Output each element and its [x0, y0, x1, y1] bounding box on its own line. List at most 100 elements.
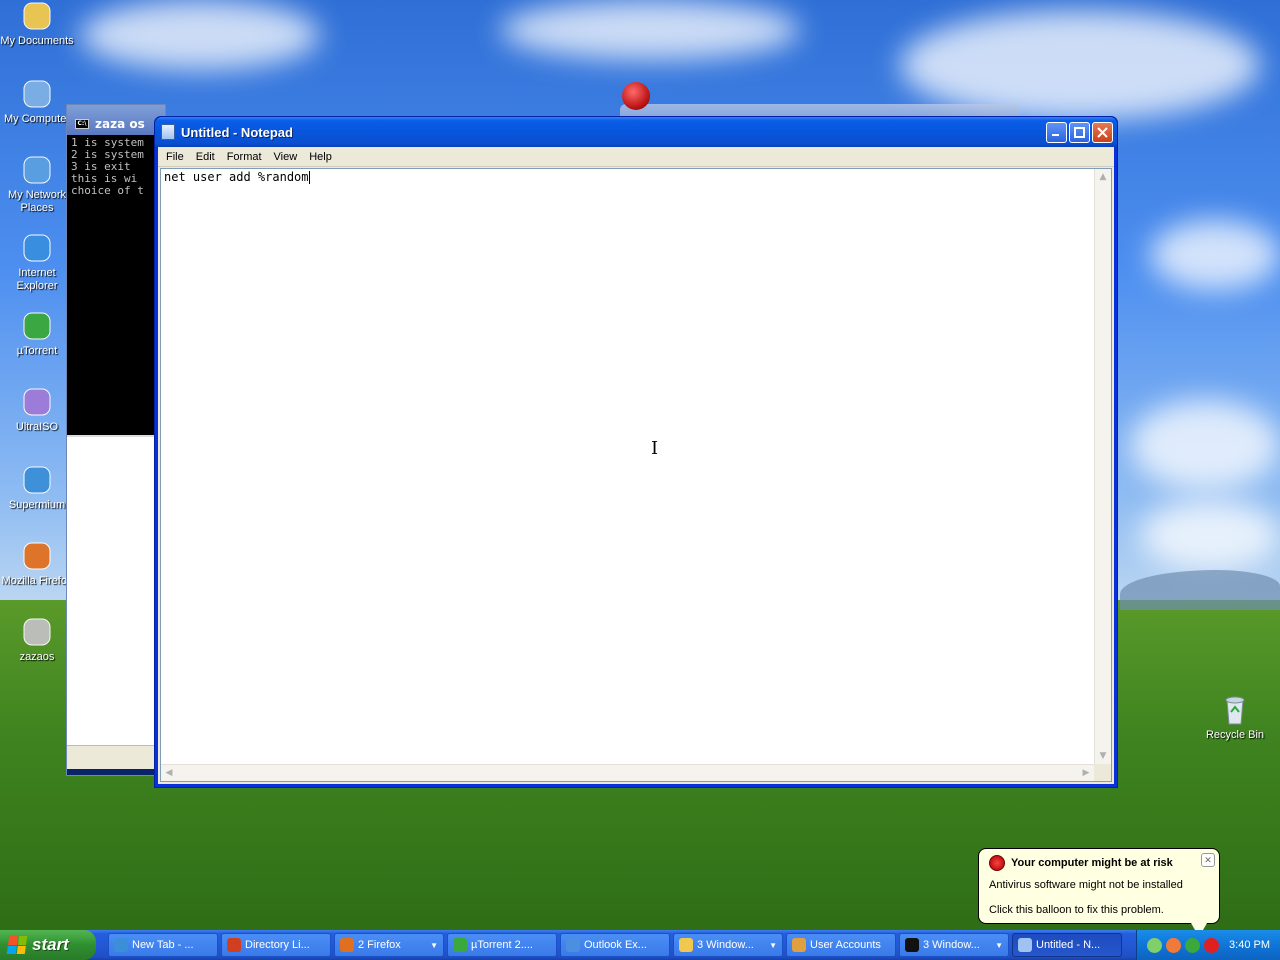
security-shield-icon: [989, 855, 1005, 871]
text-caret: [308, 171, 310, 184]
start-button[interactable]: start: [0, 930, 96, 960]
taskbar-button[interactable]: Directory Li...: [221, 933, 331, 957]
resize-grip[interactable]: [1094, 764, 1111, 781]
desktop-icon-label: Internet Explorer: [16, 267, 58, 292]
app-icon: [622, 82, 650, 110]
taskbar-button-label: Directory Li...: [245, 939, 310, 951]
supermium-icon: [114, 938, 128, 952]
folder-icon: [679, 938, 693, 952]
desktop-icon-label: My Documents: [0, 35, 74, 47]
desktop-icon-batch-file[interactable]: zazaos: [0, 616, 74, 664]
taskbar: start New Tab - ... Directory Li... 2 Fire…: [0, 930, 1280, 960]
recycle-bin-icon: [1219, 694, 1251, 726]
desktop-icon-firefox[interactable]: Mozilla Firefox: [0, 540, 74, 588]
menu-help[interactable]: Help: [303, 151, 338, 163]
desktop-icon-folder-documents[interactable]: My Documents: [0, 0, 74, 48]
desktop-icon-internet-explorer[interactable]: Internet Explorer: [0, 232, 74, 293]
cloud: [500, 0, 800, 60]
security-alert-icon[interactable]: [1204, 937, 1219, 953]
taskbar-button[interactable]: Untitled - N...: [1012, 933, 1122, 957]
close-button[interactable]: [1092, 121, 1113, 143]
balloon-close-button[interactable]: ✕: [1201, 853, 1215, 867]
editor-text-line: net user add %random: [164, 170, 310, 184]
notepad-client: File Edit Format View Help net user add …: [158, 147, 1114, 784]
balloon-message: Antivirus software might not be installe…: [989, 879, 1183, 891]
editor-text: net user add %random: [164, 170, 309, 184]
desktop-icon-label: My Network Places: [7, 189, 67, 214]
taskbar-button-label: Untitled - N...: [1036, 939, 1101, 951]
scroll-down-icon[interactable]: ▼: [1095, 748, 1111, 764]
scroll-left-icon[interactable]: ◀: [161, 765, 177, 781]
desktop-icon-label: My Computer: [3, 113, 71, 125]
console-titlebar[interactable]: C:\ zaza os: [67, 105, 165, 135]
desktop-icon-utorrent[interactable]: µTorrent: [0, 310, 74, 358]
cmd-icon: C:\: [75, 119, 89, 129]
network-tray-icon[interactable]: [1147, 937, 1162, 953]
maximize-button[interactable]: [1069, 121, 1090, 143]
taskbar-button[interactable]: µTorrent 2....: [447, 933, 557, 957]
menu-file[interactable]: File: [160, 151, 190, 163]
notepad-titlebar[interactable]: Untitled - Notepad: [155, 117, 1117, 147]
horizontal-scrollbar[interactable]: ◀ ▶: [161, 764, 1094, 781]
taskbar-button[interactable]: Outlook Ex...: [560, 933, 670, 957]
menu-view[interactable]: View: [268, 151, 304, 163]
menu-edit[interactable]: Edit: [190, 151, 221, 163]
system-tray: 3:40 PM: [1136, 930, 1280, 960]
taskbar-button-label: 2 Firefox: [358, 939, 401, 951]
taskbar-button-label: µTorrent 2....: [471, 939, 533, 951]
ultraiso-icon: [21, 386, 53, 418]
group-dropdown-icon: ▼: [995, 940, 1003, 950]
desktop-icon-supermium[interactable]: Supermium: [0, 464, 74, 512]
firefox-icon: [21, 540, 53, 572]
notepad-icon: [1018, 938, 1032, 952]
group-dropdown-icon: ▼: [769, 940, 777, 950]
cloud: [80, 0, 320, 70]
cloud: [1150, 220, 1280, 290]
minimize-button[interactable]: [1046, 121, 1067, 143]
taskbar-button[interactable]: 3 Window... ▼: [899, 933, 1009, 957]
taskbar-button[interactable]: 2 Firefox ▼: [334, 933, 444, 957]
scroll-up-icon[interactable]: ▲: [1095, 169, 1111, 185]
taskbar-button-label: 3 Window...: [697, 939, 754, 951]
minimize-icon: [1052, 133, 1059, 136]
folder-documents-icon: [21, 0, 53, 32]
user-accounts-icon: [792, 938, 806, 952]
ibeam-cursor-icon: I: [651, 438, 659, 459]
console-title: zaza os: [95, 117, 145, 131]
taskbar-button-label: User Accounts: [810, 939, 881, 951]
batch-file-icon: [21, 616, 53, 648]
security-center-icon[interactable]: [1166, 937, 1181, 953]
text-editor[interactable]: net user add %random ▲ ▼ ◀ ▶: [160, 168, 1112, 782]
scroll-right-icon[interactable]: ▶: [1078, 765, 1094, 781]
cloud: [1140, 500, 1280, 570]
menu-bar: File Edit Format View Help: [158, 147, 1114, 167]
outlook-express-icon: [566, 938, 580, 952]
notepad-window[interactable]: Untitled - Notepad File Edit Format View…: [154, 116, 1118, 788]
utorrent-tray-icon[interactable]: [1185, 937, 1200, 953]
taskbar-button[interactable]: 3 Window... ▼: [673, 933, 783, 957]
vertical-scrollbar[interactable]: ▲ ▼: [1094, 169, 1111, 764]
console-statusbar: [67, 745, 165, 769]
balloon-header: Your computer might be at risk: [989, 855, 1209, 871]
notepad-icon: [161, 124, 175, 140]
clock[interactable]: 3:40 PM: [1229, 939, 1270, 951]
close-icon: [1097, 126, 1108, 138]
desktop-icon-network[interactable]: My Network Places: [0, 154, 74, 215]
console-window[interactable]: C:\ zaza os 1 is system 2 is system 3 is…: [66, 104, 166, 776]
taskbar-buttons: New Tab - ... Directory Li... 2 Firefox ▼ µT…: [108, 933, 1122, 957]
taskbar-button-label: 3 Window...: [923, 939, 980, 951]
menu-format[interactable]: Format: [221, 151, 268, 163]
desktop-icon-ultraiso[interactable]: UltraISO: [0, 386, 74, 434]
utorrent-icon: [21, 310, 53, 342]
window-title: Untitled - Notepad: [181, 124, 293, 140]
security-balloon[interactable]: Your computer might be at risk ✕ Antivir…: [978, 848, 1220, 937]
supermium-icon: [21, 464, 53, 496]
desktop-icon-computer[interactable]: My Computer: [0, 78, 74, 126]
taskbar-button[interactable]: User Accounts: [786, 933, 896, 957]
taskbar-button[interactable]: New Tab - ...: [108, 933, 218, 957]
balloon-title: Your computer might be at risk: [1011, 857, 1173, 869]
cloud: [1130, 400, 1280, 490]
desktop-icon-recycle-bin[interactable]: Recycle Bin: [1198, 694, 1272, 742]
group-dropdown-icon: ▼: [430, 940, 438, 950]
taskbar-button-label: New Tab - ...: [132, 939, 194, 951]
